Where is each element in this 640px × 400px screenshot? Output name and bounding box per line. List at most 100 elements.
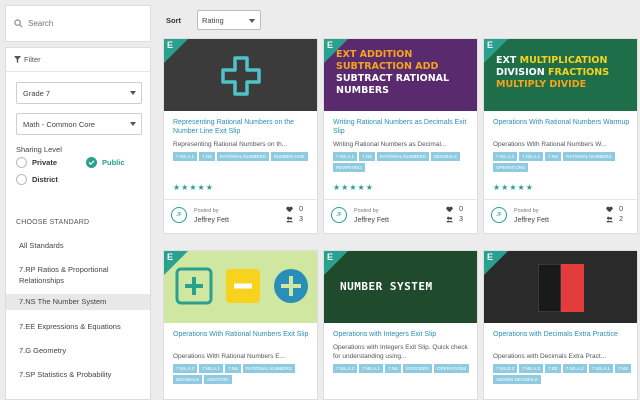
tag[interactable]: DECIMALS: [430, 152, 460, 161]
posted-by-label: Posted by: [354, 208, 379, 214]
tag[interactable]: 7.NS: [359, 152, 376, 161]
card-title[interactable]: Operations With Rational Numbers Exit Sl…: [173, 330, 313, 339]
likes-value: 0: [619, 206, 623, 213]
card-thumbnail[interactable]: E: [164, 251, 317, 323]
standard-item-all[interactable]: All Standards: [6, 240, 150, 251]
card-tags: 7.NS.A.2 7.NS.A.1 7.NS RATIONAL NUMBERS …: [493, 152, 637, 172]
card-title[interactable]: Operations with Integers Exit Slip: [333, 330, 473, 339]
card-thumbnail[interactable]: E: [484, 251, 637, 323]
tag[interactable]: 7.NS: [385, 364, 402, 373]
tag[interactable]: 7.NS.A.2: [562, 364, 587, 373]
resource-card[interactable]: EXT ADDITION SUBTRACTION ADD SUBTRACT RATI…: [323, 38, 478, 234]
radio-public[interactable]: Public: [86, 157, 125, 168]
posted-by-label: Posted by: [194, 208, 219, 214]
uses-count: 2: [606, 216, 623, 223]
search-box[interactable]: [5, 5, 151, 42]
tag[interactable]: OPERATIONS: [493, 163, 529, 172]
filter-icon: [14, 56, 21, 63]
card-description: Operations With Rational Numbers W...: [493, 141, 607, 148]
tag[interactable]: 7.NS.A.2: [493, 152, 518, 161]
resource-card[interactable]: EXT MULTIPLICATION DIVISION FRACTIONS MULT…: [483, 38, 638, 234]
tag[interactable]: 7.NS.A.1: [333, 152, 358, 161]
resource-card[interactable]: E Operations with Decimals Extra Practic…: [483, 250, 638, 400]
subject-select-value: Math - Common Core: [23, 119, 96, 129]
tag[interactable]: 7.NS.A.2: [173, 364, 198, 373]
card-thumbnail[interactable]: E: [164, 39, 317, 111]
heart-icon: [446, 206, 453, 213]
tag[interactable]: 7.NS: [545, 152, 562, 161]
tag[interactable]: 7.EE: [545, 364, 561, 373]
tag[interactable]: 7.NS: [614, 364, 631, 373]
tag[interactable]: REWRITING: [333, 163, 365, 172]
grade-select-value: Grade 7: [23, 88, 51, 98]
avatar[interactable]: JF: [331, 207, 347, 223]
tag[interactable]: 7.NS.A.1: [173, 152, 198, 161]
chevron-down-icon: [249, 19, 255, 23]
card-tags: 7.NS.A.1 7.NS RATIONAL NUMBERS NUMBER LI…: [173, 152, 317, 161]
card-thumbnail[interactable]: NUMBER SYSTEM E: [324, 251, 477, 323]
card-title[interactable]: Writing Rational Numbers as Decimals Exi…: [333, 118, 473, 136]
card-title[interactable]: Representing Rational Numbers on the Num…: [173, 118, 313, 136]
card-thumbnail[interactable]: EXT MULTIPLICATION DIVISION FRACTIONS MULT…: [484, 39, 637, 111]
sort-select[interactable]: Rating: [197, 10, 261, 30]
logo-letter: E: [487, 40, 494, 50]
tag[interactable]: 7.NS.A.1: [519, 152, 544, 161]
tag[interactable]: 7.NS: [225, 364, 242, 373]
tag[interactable]: 7.NS.B.3: [493, 364, 518, 373]
users-icon: [606, 216, 614, 223]
tag[interactable]: 7.NS.A.1: [588, 364, 613, 373]
avatar[interactable]: JF: [171, 207, 187, 223]
standard-item-7g[interactable]: 7.G Geometry: [6, 345, 150, 356]
subject-select[interactable]: Math - Common Core: [16, 113, 142, 135]
tag[interactable]: RATIONAL NUMBERS: [217, 152, 269, 161]
thumbnail-text: EXT ADDITION SUBTRACTION ADD SUBTRACT RATI…: [336, 49, 450, 96]
card-tags: 7.NS.B.3 7.NS.A.2 7.EE 7.NS.A.2 7.NS.A.1…: [493, 364, 637, 384]
tag[interactable]: 7.NS.A.2: [519, 364, 544, 373]
tag[interactable]: RATIONAL NUMBERS: [563, 152, 615, 161]
radio-circle-icon: [16, 174, 27, 185]
radio-private[interactable]: Private: [16, 157, 57, 168]
card-thumbnail[interactable]: EXT ADDITION SUBTRACTION ADD SUBTRACT RATI…: [324, 39, 477, 111]
tag[interactable]: 7.NS.A.2: [333, 364, 358, 373]
uses-count: 3: [286, 216, 303, 223]
author-name[interactable]: Jeffrey Fett: [194, 217, 229, 224]
tag[interactable]: DECIMALS: [173, 375, 203, 384]
uses-value: 3: [299, 216, 303, 223]
likes-value: 0: [299, 206, 303, 213]
tag[interactable]: RATIONAL NUMBERS: [377, 152, 429, 161]
resource-card[interactable]: E Representing Rational Numbers on the N…: [163, 38, 318, 234]
tag[interactable]: INTEGERS: [403, 364, 433, 373]
card-description: Writing Rational Numbers as Decimal...: [333, 141, 447, 148]
tag[interactable]: OPERATIONS: [434, 364, 470, 373]
checkmark-icon: [86, 157, 97, 168]
sort-select-value: Rating: [202, 15, 224, 25]
tag[interactable]: ADDITION: [204, 375, 232, 384]
card-title[interactable]: Operations With Rational Numbers Warmup: [493, 118, 633, 127]
radio-district[interactable]: District: [16, 174, 58, 185]
filter-header: Filter: [6, 48, 150, 72]
author-name[interactable]: Jeffrey Fett: [354, 217, 389, 224]
tag[interactable]: 7.NS: [199, 152, 216, 161]
thumbnail-text: EXT MULTIPLICATION DIVISION FRACTIONS MULT…: [496, 55, 610, 90]
author-name[interactable]: Jeffrey Fett: [514, 217, 549, 224]
users-icon: [446, 216, 454, 223]
sharing-level-label: Sharing Level: [16, 145, 62, 154]
chevron-down-icon: [130, 122, 136, 126]
grade-select[interactable]: Grade 7: [16, 82, 142, 104]
tag[interactable]: 7.NS.A.1: [359, 364, 384, 373]
search-input[interactable]: [28, 19, 138, 28]
standard-item-7rp[interactable]: 7.RP Ratios & Proportional Relationships: [6, 264, 150, 286]
math-operations-icon: [175, 267, 308, 305]
tag[interactable]: RATIONAL NUMBERS: [243, 364, 295, 373]
resource-card[interactable]: NUMBER SYSTEM E Operations with Integers…: [323, 250, 478, 400]
standard-item-7sp[interactable]: 7.SP Statistics & Probability: [6, 369, 150, 380]
standard-item-7ns[interactable]: 7.NS The Number System: [6, 294, 150, 310]
tag[interactable]: NUMBER LINE: [270, 152, 308, 161]
resource-card[interactable]: E Operations With Rational Numbers Exit …: [163, 250, 318, 400]
tag[interactable]: ADDING DECIMALS: [493, 375, 541, 384]
avatar[interactable]: JF: [491, 207, 507, 223]
card-tags: 7.NS.A.1 7.NS RATIONAL NUMBERS DECIMALS …: [333, 152, 477, 172]
tag[interactable]: 7.NS.A.1: [199, 364, 224, 373]
card-title[interactable]: Operations with Decimals Extra Practice: [493, 330, 633, 339]
standard-item-7ee[interactable]: 7.EE Expressions & Equations: [6, 321, 150, 332]
